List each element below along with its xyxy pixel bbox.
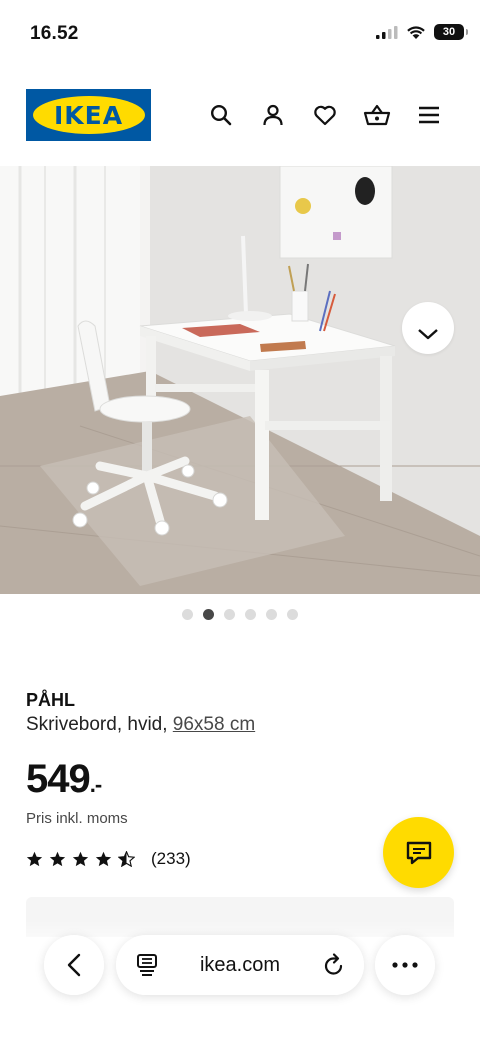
- status-icons: 30: [376, 24, 468, 40]
- logo-text: IKEA: [53, 100, 124, 130]
- pagination-dot[interactable]: [266, 609, 277, 620]
- address-bar[interactable]: ikea.com: [116, 935, 364, 995]
- pagination-dot[interactable]: [182, 609, 193, 620]
- chat-button[interactable]: [383, 817, 454, 888]
- header-actions: [206, 100, 444, 130]
- review-count: (233): [151, 849, 191, 868]
- measurement-link[interactable]: 96x58 cm: [173, 714, 255, 735]
- price-note: Pris inkl. moms: [26, 810, 128, 827]
- menu-icon: [419, 106, 439, 124]
- status-bar: 16.52 30: [0, 0, 480, 70]
- signal-icon: [376, 26, 398, 39]
- product-type: Skrivebord, hvid,: [26, 714, 173, 735]
- more-icon: [392, 962, 418, 968]
- chevron-down-icon: [418, 329, 438, 340]
- battery-level: 30: [442, 26, 456, 38]
- user-icon: [263, 104, 283, 126]
- back-button[interactable]: [44, 935, 104, 995]
- basket-icon: [363, 104, 391, 126]
- ikea-logo[interactable]: IKEA: [26, 89, 151, 141]
- pagination-dot-active[interactable]: [203, 609, 214, 620]
- reload-icon[interactable]: [322, 952, 346, 978]
- product-price: 549.-: [26, 757, 102, 802]
- product-name: PÅHL: [26, 690, 75, 710]
- star-icon: [26, 851, 43, 867]
- heart-icon: [314, 105, 336, 126]
- browser-toolbar: ikea.com: [0, 920, 480, 1039]
- product-description: Skrivebord, hvid, 96x58 cm: [26, 714, 255, 736]
- account-button[interactable]: [258, 100, 288, 130]
- star-icon: [49, 851, 66, 867]
- product-rating[interactable]: (233): [26, 849, 191, 869]
- logo-oval: IKEA: [32, 96, 145, 134]
- chat-icon: [406, 841, 431, 864]
- product-image[interactable]: [0, 166, 480, 594]
- site-header: IKEA: [0, 70, 480, 166]
- menu-button[interactable]: [414, 100, 444, 130]
- pagination-dot[interactable]: [245, 609, 256, 620]
- battery-icon: 30: [434, 24, 468, 40]
- favourites-button[interactable]: [310, 100, 340, 130]
- star-icon: [95, 851, 112, 867]
- price-value: 549: [26, 757, 91, 801]
- collapse-button[interactable]: [402, 302, 454, 354]
- price-suffix: .-: [89, 772, 102, 797]
- wifi-icon: [407, 25, 425, 39]
- status-time: 16.52: [30, 23, 79, 44]
- pagination-dot[interactable]: [224, 609, 235, 620]
- product-photo: [0, 166, 480, 594]
- pagination-dot[interactable]: [287, 609, 298, 620]
- back-icon: [67, 953, 81, 977]
- half-star-icon: [118, 851, 135, 867]
- basket-button[interactable]: [362, 100, 392, 130]
- image-pagination: [0, 609, 480, 620]
- more-button[interactable]: [375, 935, 435, 995]
- search-button[interactable]: [206, 100, 236, 130]
- search-icon: [210, 104, 232, 126]
- star-icon: [72, 851, 89, 867]
